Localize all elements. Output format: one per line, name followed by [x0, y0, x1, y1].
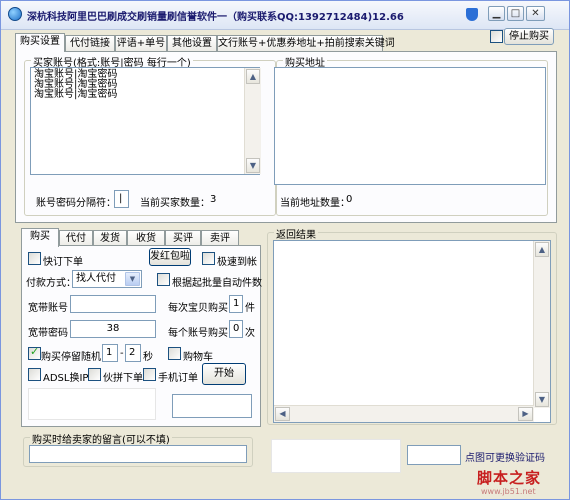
adsl-checkbox[interactable] [28, 368, 41, 381]
shield-icon[interactable] [466, 8, 478, 21]
scroll-up-icon[interactable]: ▲ [246, 69, 260, 84]
tab-seller-review[interactable]: 卖评 [201, 230, 239, 246]
maximize-button[interactable]: □ [507, 6, 524, 21]
fast-order-label: 快订下单 [43, 257, 83, 268]
close-icon: ✕ [531, 8, 540, 19]
result-group-label: 返回结果 [274, 226, 318, 241]
per-buy-input[interactable]: 1 [229, 295, 243, 313]
pay-method-select[interactable]: 找人代付 ▼ [72, 270, 142, 288]
broadband-pwd-label: 宽带密码 [28, 328, 68, 339]
separator-input[interactable]: | [114, 190, 129, 208]
broadband-account-label: 宽带账号 [28, 303, 68, 314]
per-account-label: 每个账号购买 [168, 328, 228, 339]
scroll-up-icon[interactable]: ▲ [535, 242, 549, 257]
tab-other-settings[interactable]: 其他设置 [167, 35, 217, 51]
tab-proxy-pay[interactable]: 代付 [59, 230, 93, 246]
cart-label: 购物车 [183, 352, 213, 363]
message-input[interactable] [29, 445, 247, 463]
stop-buy-checkbox[interactable] [490, 30, 503, 43]
captcha-hint[interactable]: 点图可更换验证码 [465, 449, 545, 464]
adsl-label: ADSL换IP [43, 373, 89, 384]
pay-method-label: 付款方式： [26, 278, 76, 289]
tab-buyer-review[interactable]: 买评 [165, 230, 201, 246]
captcha-image[interactable] [271, 439, 401, 473]
result-textarea[interactable]: ▲ ▼ ◀ ▶ [273, 240, 551, 423]
per-buy-label: 每次宝贝购买 [168, 303, 228, 314]
maximize-icon: □ [510, 8, 521, 19]
tab-ship[interactable]: 发货 [93, 230, 127, 246]
cart-checkbox[interactable] [168, 347, 181, 360]
status-input[interactable] [172, 394, 252, 418]
per-account-unit: 次 [245, 328, 255, 339]
chevron-down-icon: ▼ [125, 272, 140, 286]
mobile-order-checkbox[interactable] [143, 368, 156, 381]
fast-receive-checkbox[interactable] [202, 252, 215, 265]
window-title: 深杭科技阿里巴巴刷成交刷销量刷信誉软件一（购买联系QQ:1392712484)1… [27, 12, 404, 23]
start-button[interactable]: 开始 [202, 363, 246, 385]
address-count-label: 当前地址数量： [280, 198, 350, 209]
buyer-count-value: 3 [210, 194, 217, 205]
per-account-input[interactable]: 0 [229, 320, 243, 338]
tab-accounts-coupons[interactable]: 文行账号+优惠券地址+拍前搜索关键词 [217, 35, 395, 51]
minimize-icon: ▁ [492, 8, 501, 19]
watermark-logo: 脚本之家 [477, 469, 542, 487]
minimize-button[interactable]: ▁ [488, 6, 505, 21]
buy-panel: 快订下单 发红包啦 极速到帐 付款方式： 找人代付 ▼ 根据起批量自动件数 宽带… [21, 245, 262, 427]
random-from-input[interactable]: 1 [102, 344, 118, 362]
buyer-count-label: 当前买家数量： [140, 198, 210, 209]
tab-receive[interactable]: 收货 [127, 230, 165, 246]
auto-qty-checkbox[interactable] [157, 273, 170, 286]
tab-reviews[interactable]: 评语+单号 [115, 35, 167, 51]
result-vscroll[interactable]: ▲ ▼ [533, 241, 550, 408]
captcha-input[interactable] [407, 445, 461, 465]
fast-order-checkbox[interactable] [28, 252, 41, 265]
fast-receive-label: 极速到帐 [217, 257, 257, 268]
group-order-checkbox[interactable] [88, 368, 101, 381]
accounts-textarea[interactable]: 淘宝账号|淘宝密码 淘宝账号|淘宝密码 淘宝账号|淘宝密码 [30, 67, 260, 175]
red-packet-button[interactable]: 发红包啦 [149, 248, 191, 266]
status-box [28, 388, 156, 420]
message-label: 购买时给卖家的留言(可以不填) [30, 431, 172, 446]
per-buy-unit: 件 [245, 303, 255, 314]
accounts-scrollbar[interactable]: ▲ ▼ [244, 68, 261, 174]
app-icon [8, 7, 22, 21]
random-unit: 秒 [143, 352, 153, 363]
title-bar: 深杭科技阿里巴巴刷成交刷销量刷信誉软件一（购买联系QQ:1392712484)1… [1, 1, 569, 30]
random-dash: - [120, 348, 124, 359]
separator-label: 账号密码分隔符： [36, 198, 116, 209]
group-order-label: 伙拼下单 [103, 373, 143, 384]
broadband-pwd-input[interactable]: 38 [70, 320, 156, 338]
tab-buy[interactable]: 购买 [21, 228, 59, 247]
addresses-textarea[interactable] [274, 67, 546, 185]
tab-buy-settings[interactable]: 购买设置 [15, 33, 65, 52]
tab-pay-links[interactable]: 代付链接 [65, 35, 115, 51]
broadband-account-input[interactable] [70, 295, 156, 313]
mobile-order-label: 手机订单 [158, 373, 198, 384]
scroll-right-icon[interactable]: ▶ [518, 407, 533, 421]
scroll-down-icon[interactable]: ▼ [246, 158, 260, 173]
auto-qty-label: 根据起批量自动件数 [172, 278, 262, 289]
buy-settings-panel: 买家账号(格式:账号|密码 每行一个) 淘宝账号|淘宝密码 淘宝账号|淘宝密码 … [15, 51, 557, 223]
stop-buy-button[interactable]: 停止购买 [504, 28, 554, 45]
random-stay-label: 购买停留随机 [41, 352, 101, 363]
watermark-url: www.jb51.net [481, 487, 536, 496]
scroll-left-icon[interactable]: ◀ [275, 407, 290, 421]
address-count-value: 0 [346, 194, 353, 205]
random-stay-checkbox[interactable] [28, 345, 41, 360]
close-button[interactable]: ✕ [526, 6, 545, 21]
scroll-down-icon[interactable]: ▼ [535, 392, 549, 407]
main-window: 深杭科技阿里巴巴刷成交刷销量刷信誉软件一（购买联系QQ:1392712484)1… [0, 0, 570, 500]
result-hscroll[interactable]: ◀ ▶ [274, 405, 534, 422]
random-to-input[interactable]: 2 [125, 344, 141, 362]
pay-method-value: 找人代付 [76, 273, 116, 284]
